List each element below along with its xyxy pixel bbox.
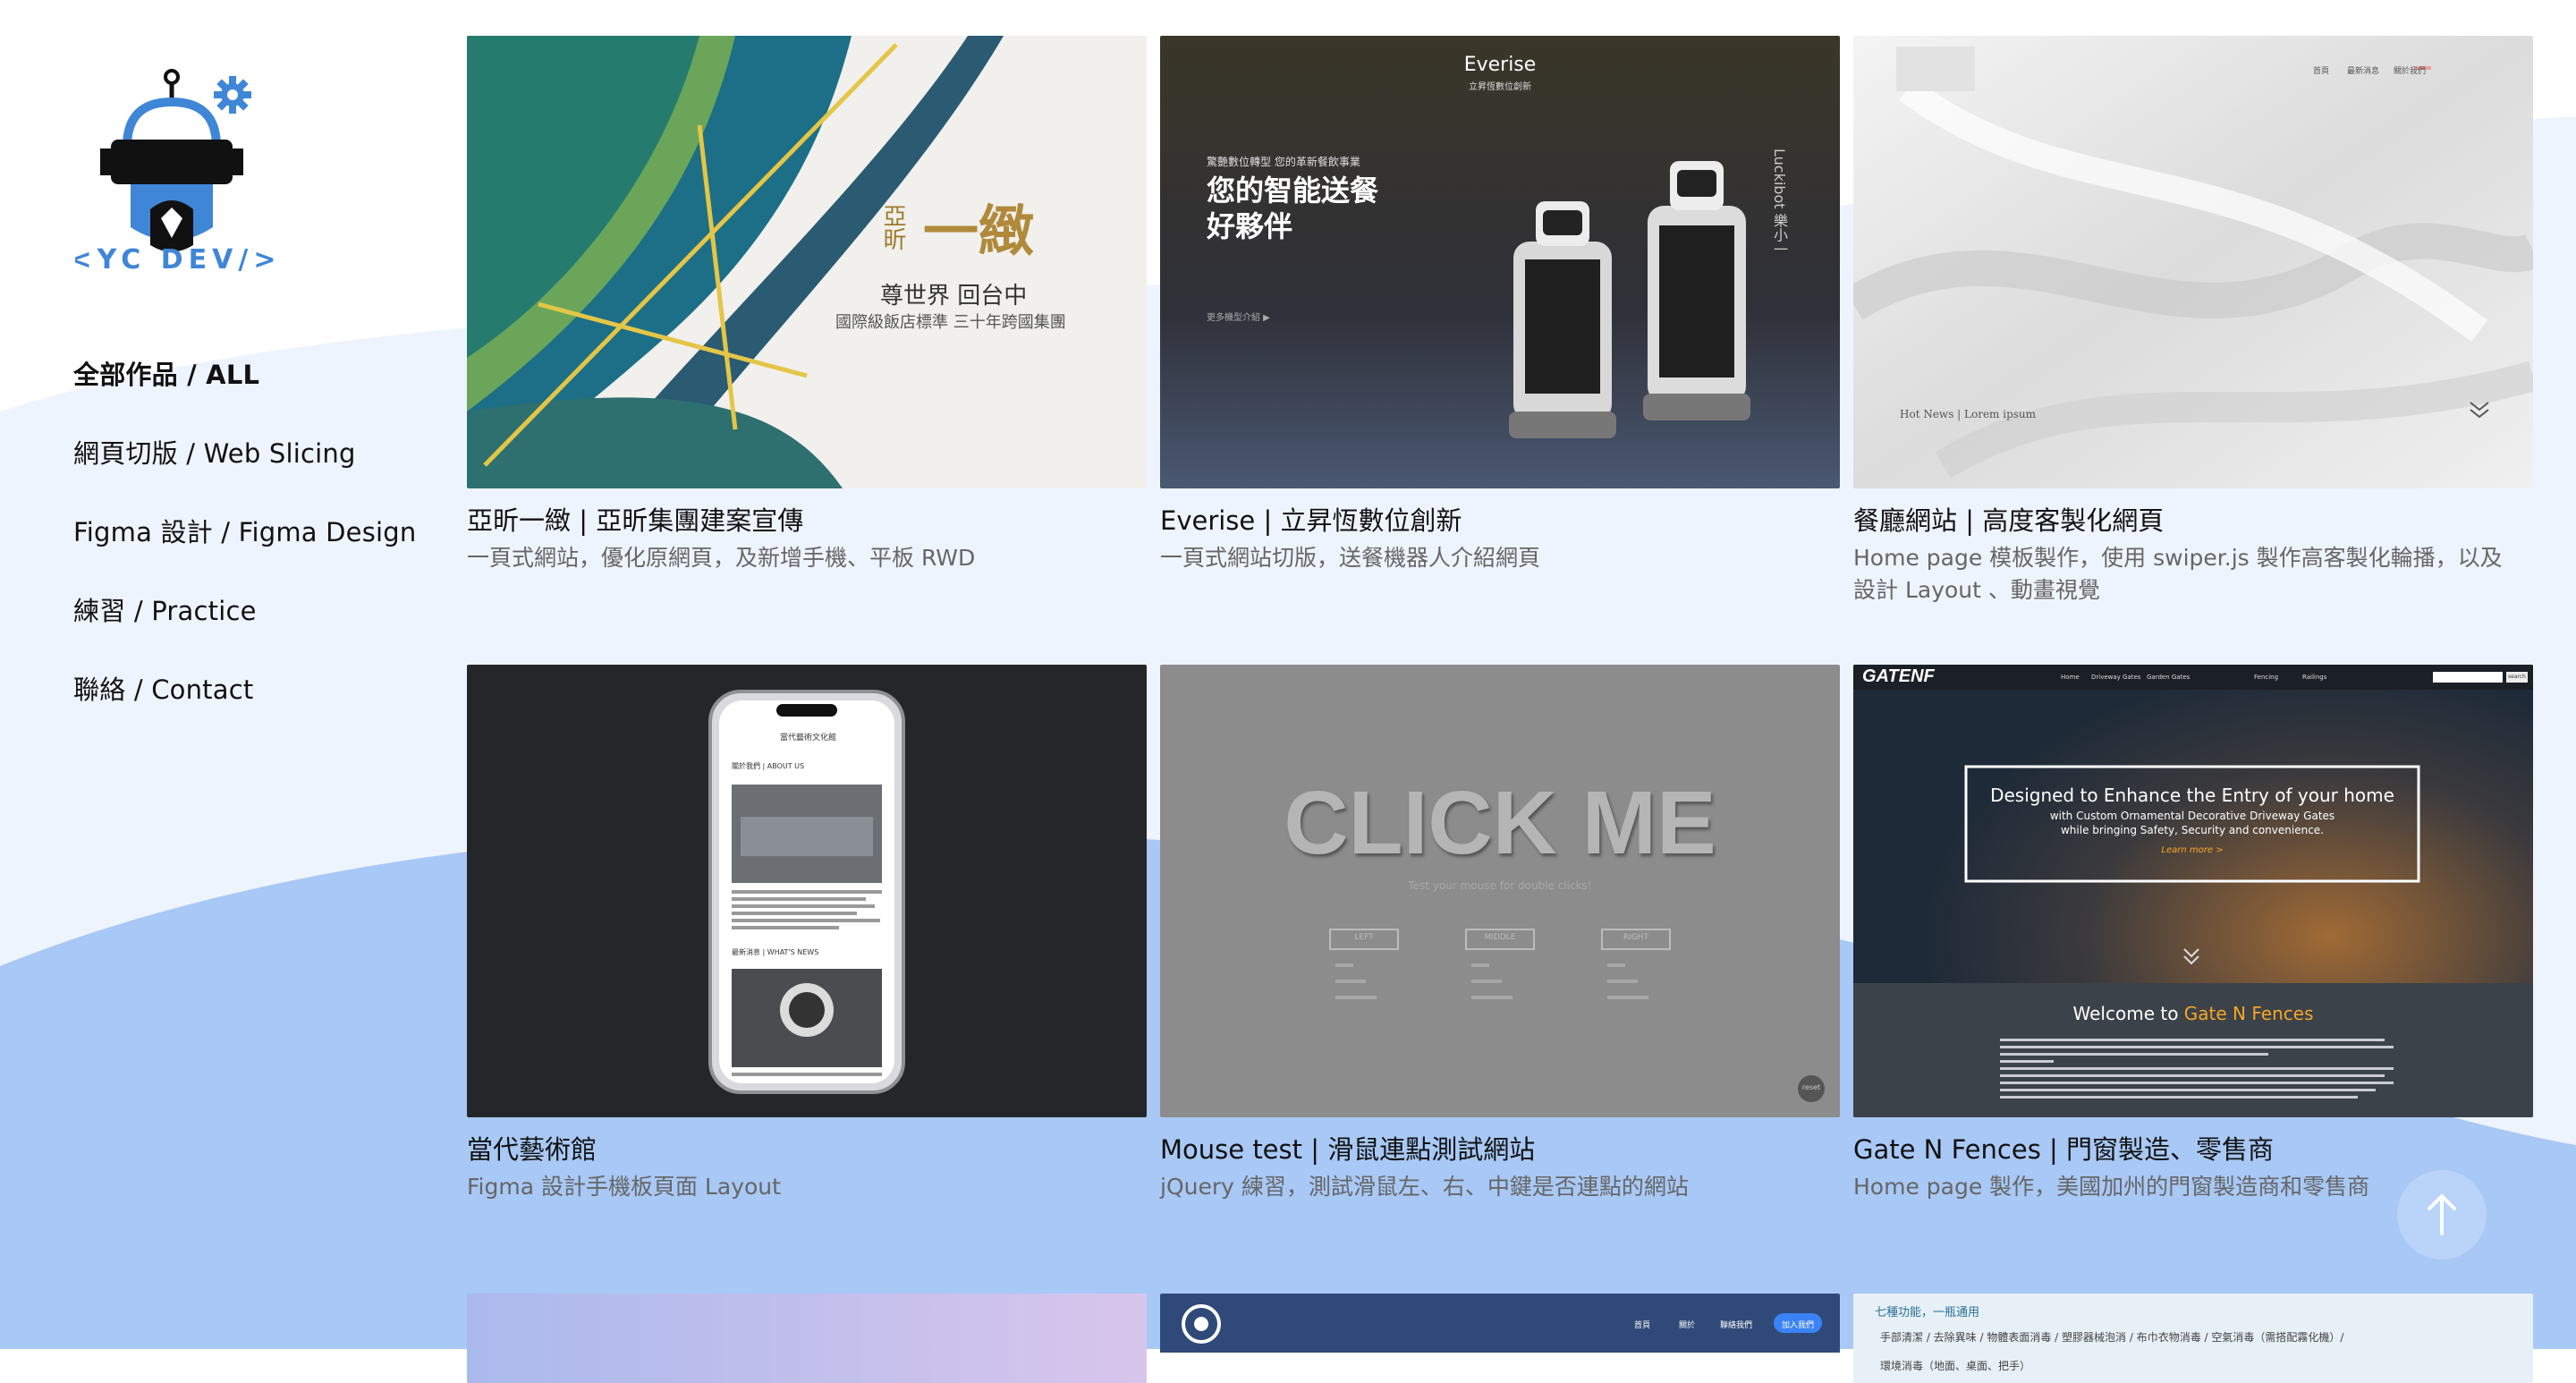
- thumb-hero-cta: Learn more >: [2161, 845, 2224, 855]
- project-card-art-museum[interactable]: 當代藝術文化館 關於我們 | ABOUT US 最新消息 | WHAT'S NE…: [467, 665, 1147, 1294]
- thumb-about: 關於我們 | ABOUT US: [732, 762, 805, 770]
- project-card-7[interactable]: [467, 1294, 1147, 1383]
- project-title[interactable]: Everise | 立昇恆數位創新: [1160, 503, 1840, 539]
- thumb-nav-2: 關於: [1679, 1321, 1696, 1330]
- thumb-line-2: 手部清潔 / 去除異味 / 物體表面消毒 / 塑膠器械泡消 / 布巾衣物消毒 /…: [1880, 1331, 2344, 1344]
- thumb-line-1: 七種功能，一瓶通用: [1875, 1306, 1980, 1319]
- project-thumbnail[interactable]: CLICK ME Test your mouse for double clic…: [1160, 665, 1840, 1117]
- sidebar: <YC DEV/> 全部作品 / ALL 網頁切版 / Web Slicing …: [0, 0, 447, 1349]
- thumb-headline: 一緻: [923, 199, 1035, 264]
- thumb-news: 最新消息 | WHAT'S NEWS: [732, 948, 819, 956]
- thumb-cta: 更多機型介紹 ▶: [1207, 313, 1270, 323]
- project-title[interactable]: Gate N Fences | 門窗製造、零售商: [1853, 1132, 2533, 1167]
- thumb-brand: Everise: [1463, 54, 1537, 76]
- svg-text:<YC DEV/>: <YC DEV/>: [75, 244, 275, 276]
- thumb-hero-1: Designed to Enhance the Entry of your ho…: [1990, 785, 2394, 806]
- project-card-mouse-test[interactable]: CLICK ME Test your mouse for double clic…: [1160, 665, 1840, 1294]
- thumb-line-3: 環境消毒（地面、桌面、把手）: [1880, 1360, 2031, 1372]
- project-card-everise[interactable]: Everise 立昇恆數位創新 驚艷數位轉型 您的革新餐飲事業 您的智能送餐 好…: [1160, 36, 1840, 665]
- thumb-right-button: RIGHT: [1623, 933, 1649, 942]
- project-description: Home page 模板製作，使用 swiper.js 製作高客製化輪播，以及設…: [1853, 545, 2503, 603]
- thumb-reset: reset: [1801, 1083, 1821, 1091]
- project-thumbnail[interactable]: GATENF Home Driveway Gates Garden Gates …: [1853, 665, 2533, 1117]
- project-description: Figma 設計手機板頁面 Layout: [467, 1174, 781, 1200]
- project-thumbnail[interactable]: 首頁 最新消息 關於我們 Hot News | Lorem ipsum: [1853, 36, 2533, 488]
- thumb-news: Hot News | Lorem ipsum: [1900, 408, 2037, 420]
- thumb-cta: 加入我們: [1781, 1321, 1814, 1330]
- thumb-app-name: 當代藝術文化館: [780, 734, 837, 742]
- project-title[interactable]: Mouse test | 滑鼠連點測試網站: [1160, 1132, 1840, 1167]
- thumb-left-button: LEFT: [1354, 933, 1374, 942]
- brand-logo[interactable]: <YC DEV/>: [70, 66, 275, 284]
- nav-item-practice[interactable]: 練習 / Practice: [73, 590, 416, 669]
- thumb-middle-button: MIDDLE: [1484, 933, 1516, 942]
- thumb-sub1: 尊世界 回台中: [880, 283, 1028, 310]
- project-thumbnail[interactable]: [467, 1294, 1147, 1383]
- thumb-nav-2: Driveway Gates: [2091, 674, 2141, 681]
- thumb-nav-4: Fencing: [2254, 674, 2279, 681]
- project-title[interactable]: 當代藝術館: [467, 1132, 1147, 1167]
- robot-logo-icon: <YC DEV/>: [70, 69, 275, 276]
- project-title[interactable]: 亞昕一緻 | 亞昕集團建案宣傳: [467, 503, 1147, 539]
- thumb-hero-2: with Custom Ornamental Decorative Drivew…: [2049, 810, 2335, 822]
- project-description: 一頁式網站切版，送餐機器人介紹網頁: [1160, 545, 1541, 571]
- project-thumbnail[interactable]: 當代藝術文化館 關於我們 | ABOUT US 最新消息 | WHAT'S NE…: [467, 665, 1147, 1117]
- thumb-nav-1: 首頁: [2313, 67, 2330, 76]
- thumb-nav-3: 關於我們: [2394, 67, 2427, 76]
- thumb-nav-1: 首頁: [1634, 1321, 1651, 1330]
- thumb-hero-3: while bringing Safety, Security and conv…: [2060, 824, 2324, 836]
- thumb-nav-3: Garden Gates: [2147, 674, 2190, 681]
- project-gallery: 亞昕 一緻 尊世界 回台中 國際級飯店標準 三十年跨國集團 亞昕一緻 | 亞昕集…: [467, 36, 2533, 1383]
- thumb-nav-3: 聯絡我們: [1720, 1321, 1753, 1330]
- project-description: 一頁式網站，優化原網頁，及新增手機、平板 RWD: [467, 545, 976, 571]
- project-thumbnail[interactable]: 首頁 關於 聯絡我們 加入我們: [1160, 1294, 1840, 1383]
- thumb-logo: 亞昕: [879, 204, 906, 250]
- thumb-robot-name: Luckibot 樂小一: [1771, 148, 1788, 257]
- project-description: jQuery 練習，測試滑鼠左、右、中鍵是否連點的網站: [1160, 1174, 1689, 1200]
- project-card-8[interactable]: 首頁 關於 聯絡我們 加入我們: [1160, 1294, 1840, 1383]
- back-to-top-button[interactable]: [2397, 1170, 2487, 1260]
- thumb-headline: CLICK ME: [1284, 773, 1716, 873]
- thumb-nav-2: 最新消息: [2347, 67, 2380, 76]
- thumb-search: search: [2508, 674, 2526, 680]
- project-card-restaurant[interactable]: 首頁 最新消息 關於我們 Hot News | Lorem ipsum 餐廳網站…: [1853, 36, 2533, 665]
- thumb-nav-5: Railings: [2302, 674, 2327, 681]
- thumb-headline-2: 好夥伴: [1207, 209, 1293, 243]
- project-thumbnail[interactable]: Everise 立昇恆數位創新 驚艷數位轉型 您的革新餐飲事業 您的智能送餐 好…: [1160, 36, 1840, 488]
- thumb-nav-1: Home: [2061, 674, 2080, 681]
- nav-item-contact[interactable]: 聯絡 / Contact: [73, 669, 416, 748]
- thumb-welcome: Welcome to: [2072, 1003, 2184, 1024]
- project-card-9[interactable]: 七種功能，一瓶通用 手部清潔 / 去除異味 / 物體表面消毒 / 塑膠器械泡消 …: [1853, 1294, 2533, 1383]
- project-title[interactable]: 餐廳網站 | 高度客製化網頁: [1853, 503, 2533, 539]
- thumb-sub2: 國際級飯店標準 三十年跨國集團: [835, 313, 1066, 332]
- thumb-brand: GATENF: [1862, 666, 1935, 686]
- project-thumbnail[interactable]: 七種功能，一瓶通用 手部清潔 / 去除異味 / 物體表面消毒 / 塑膠器械泡消 …: [1853, 1294, 2533, 1383]
- nav-item-figma-design[interactable]: Figma 設計 / Figma Design: [73, 512, 416, 590]
- thumb-sub: Test your mouse for double clicks!: [1408, 879, 1592, 892]
- nav-item-web-slicing[interactable]: 網頁切版 / Web Slicing: [73, 433, 416, 512]
- thumb-brand-sub: 立昇恆數位創新: [1469, 82, 1531, 92]
- project-thumbnail[interactable]: 亞昕 一緻 尊世界 回台中 國際級飯店標準 三十年跨國集團: [467, 36, 1147, 488]
- arrow-up-icon: [2428, 1194, 2456, 1235]
- nav-item-all[interactable]: 全部作品 / ALL: [73, 354, 416, 433]
- thumb-welcome-brand: Gate N Fences: [2183, 1003, 2314, 1024]
- thumb-kicker: 驚艷數位轉型 您的革新餐飲事業: [1207, 156, 1360, 168]
- project-card-asia-yi-zhi[interactable]: 亞昕 一緻 尊世界 回台中 國際級飯店標準 三十年跨國集團 亞昕一緻 | 亞昕集…: [467, 36, 1147, 665]
- category-nav: 全部作品 / ALL 網頁切版 / Web Slicing Figma 設計 /…: [73, 354, 416, 748]
